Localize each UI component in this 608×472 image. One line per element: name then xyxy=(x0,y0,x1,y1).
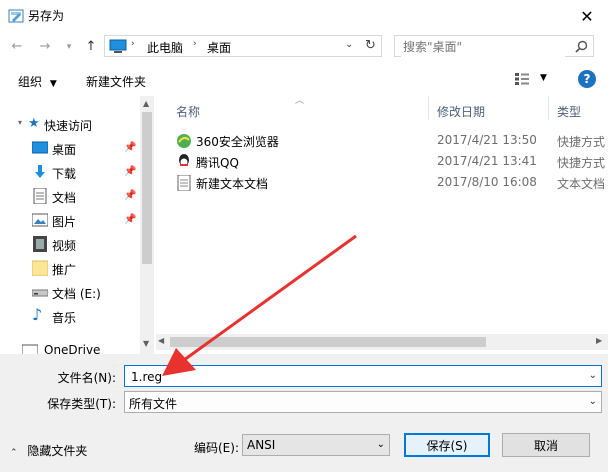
annotation-arrow xyxy=(162,234,357,376)
